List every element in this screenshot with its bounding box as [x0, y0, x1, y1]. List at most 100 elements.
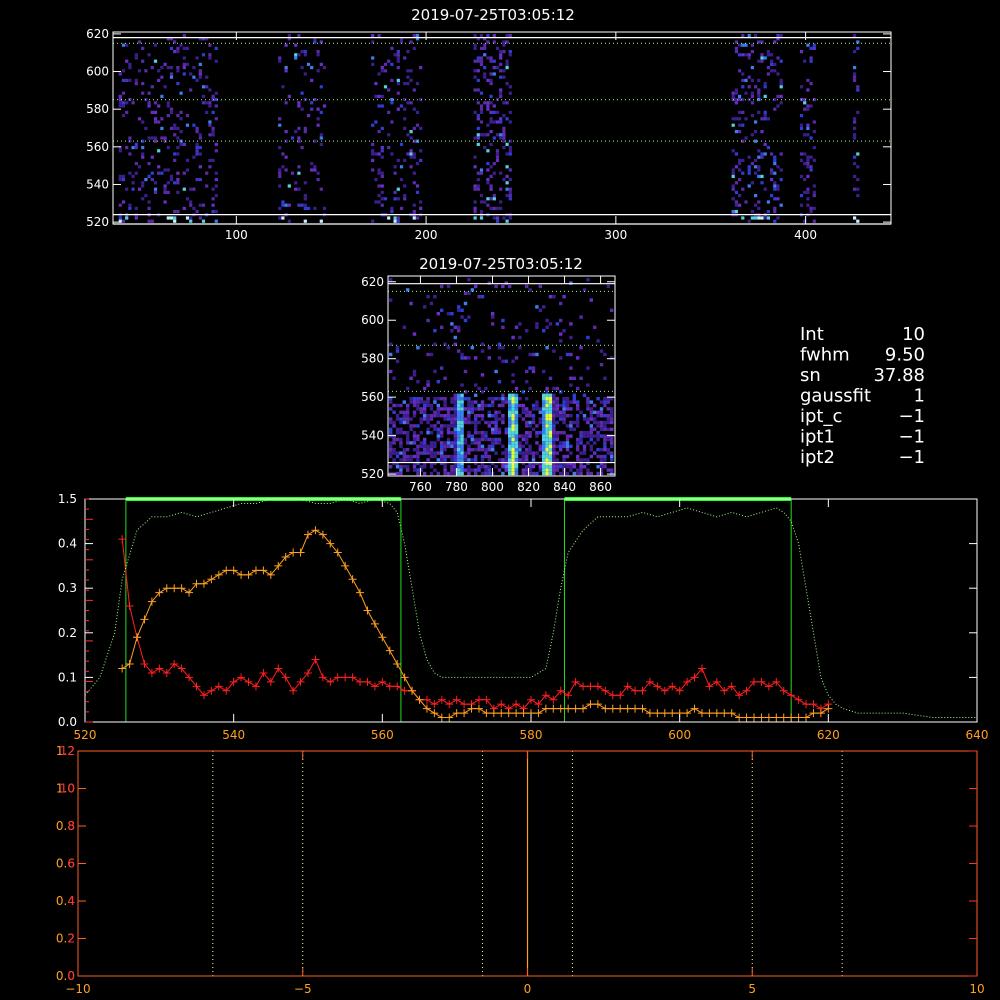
zoom-heatmap-cell [474, 400, 478, 404]
top-heatmap-cell [505, 219, 509, 223]
zoom-heatmap-cell [423, 414, 427, 418]
top-heatmap-cell [208, 101, 212, 105]
zoom-heatmap-ytick-label: 560 [361, 390, 384, 404]
top-heatmap-cell [734, 130, 738, 134]
top-heatmap-cell [303, 219, 307, 223]
zoom-heatmap-cell [443, 376, 447, 380]
top-heatmap-cell [179, 110, 183, 114]
top-heatmap-cell [415, 34, 420, 38]
top-heatmap-cell [773, 69, 777, 73]
zoom-heatmap-cell [429, 465, 434, 469]
zoom-heatmap-cell [508, 454, 512, 459]
zoom-heatmap-cell [586, 420, 590, 425]
zoom-heatmap-cell [429, 301, 434, 306]
zoom-heatmap-cell [545, 414, 549, 418]
top-heatmap-cell [134, 56, 138, 60]
top-heatmap-cell [157, 149, 161, 153]
zoom-heatmap-cell [392, 451, 396, 455]
top-heatmap-cell [734, 210, 738, 214]
zoom-heatmap-cell [392, 441, 396, 445]
top-heatmap-cell [396, 50, 400, 54]
zoom-heatmap-cell [606, 468, 610, 472]
zoom-heatmap-cell [399, 444, 403, 448]
zoom-heatmap-cell [508, 471, 512, 476]
zoom-heatmap-cell [606, 414, 610, 418]
zoom-heatmap-cell [433, 410, 437, 414]
top-heatmap-cell [776, 104, 780, 108]
top-heatmap-cell [403, 194, 407, 198]
zoom-heatmap-cell [504, 397, 508, 401]
top-heatmap-cell [198, 165, 202, 169]
spectrum-point-0 [608, 691, 617, 700]
top-heatmap-cell [489, 72, 493, 76]
top-heatmap-cell [763, 85, 767, 89]
zoom-heatmap-cell [511, 441, 515, 445]
top-heatmap-cell [121, 78, 126, 82]
zoom-heatmap-cell [412, 465, 417, 469]
top-heatmap-cell [176, 82, 180, 86]
zoom-heatmap-cell [552, 468, 556, 472]
zoom-heatmap-cell [545, 346, 549, 350]
zoom-heatmap-cell [599, 420, 604, 425]
zoom-heatmap-cell [470, 437, 474, 442]
top-heatmap-cell [734, 200, 738, 204]
top-heatmap-cell [310, 101, 314, 105]
zoom-heatmap-cell [603, 397, 607, 401]
top-heatmap-cell [489, 82, 493, 86]
top-heatmap-cell [750, 216, 754, 220]
zoom-heatmap-cell [555, 434, 559, 438]
top-heatmap-cell [738, 123, 742, 127]
spectrum-point-1 [586, 700, 595, 709]
zoom-heatmap-cell [443, 448, 447, 452]
top-heatmap-cell [741, 187, 745, 191]
top-heatmap-cell [505, 152, 509, 156]
zoom-heatmap-cell [440, 414, 444, 418]
spectrum-point-0 [370, 682, 379, 691]
top-heatmap-cell [176, 171, 180, 175]
top-heatmap-cell [479, 91, 484, 95]
top-heatmap-cell [297, 104, 301, 108]
top-heatmap-cell [499, 75, 503, 79]
top-heatmap-cell [812, 158, 816, 162]
top-heatmap-cell [195, 149, 199, 153]
zoom-heatmap-cell [511, 410, 515, 414]
zoom-heatmap-cell [569, 352, 573, 357]
top-heatmap-cell [192, 206, 196, 210]
zoom-heatmap-cell [453, 420, 457, 425]
zoom-heatmap-cell [501, 359, 505, 363]
zoom-heatmap-cell [474, 431, 478, 435]
top-heatmap-cell [144, 194, 148, 198]
top-heatmap-cell [479, 133, 484, 137]
top-heatmap-cell [284, 155, 288, 159]
zoom-heatmap-cell [576, 444, 580, 448]
zoom-heatmap-cell [501, 284, 505, 289]
info-key-sn: sn [800, 365, 821, 386]
zoom-heatmap-cell [443, 468, 447, 472]
zoom-heatmap-cell [501, 346, 505, 350]
spectrum-point-1 [712, 709, 721, 718]
zoom-heatmap-cell [606, 420, 610, 425]
top-heatmap-cell [803, 152, 807, 156]
top-heatmap-cell [406, 133, 410, 137]
zoom-heatmap-cell [576, 414, 580, 418]
top-heatmap-cell [403, 117, 407, 121]
top-heatmap-cell [853, 34, 857, 38]
zoom-heatmap-cell [586, 471, 590, 476]
top-heatmap-cell [396, 82, 400, 86]
top-heatmap-cell [757, 110, 761, 114]
zoom-heatmap-cell [582, 417, 587, 421]
zoom-heatmap-cell [395, 417, 400, 421]
top-heatmap-cell [214, 117, 218, 121]
zoom-heatmap-cell [525, 407, 529, 411]
spectrum-point-1 [742, 713, 751, 722]
top-heatmap-cell [300, 91, 304, 95]
top-heatmap-cell [412, 216, 416, 220]
zoom-heatmap-cell [514, 420, 519, 425]
zoom-heatmap-cell [586, 441, 590, 445]
zoom-heatmap-cell [497, 397, 502, 401]
zoom-heatmap-cell [548, 420, 553, 425]
zoom-heatmap-cell [555, 420, 559, 425]
top-heatmap-cell [853, 174, 857, 178]
top-heatmap-cell [134, 78, 138, 82]
top-heatmap-cell [483, 46, 487, 50]
